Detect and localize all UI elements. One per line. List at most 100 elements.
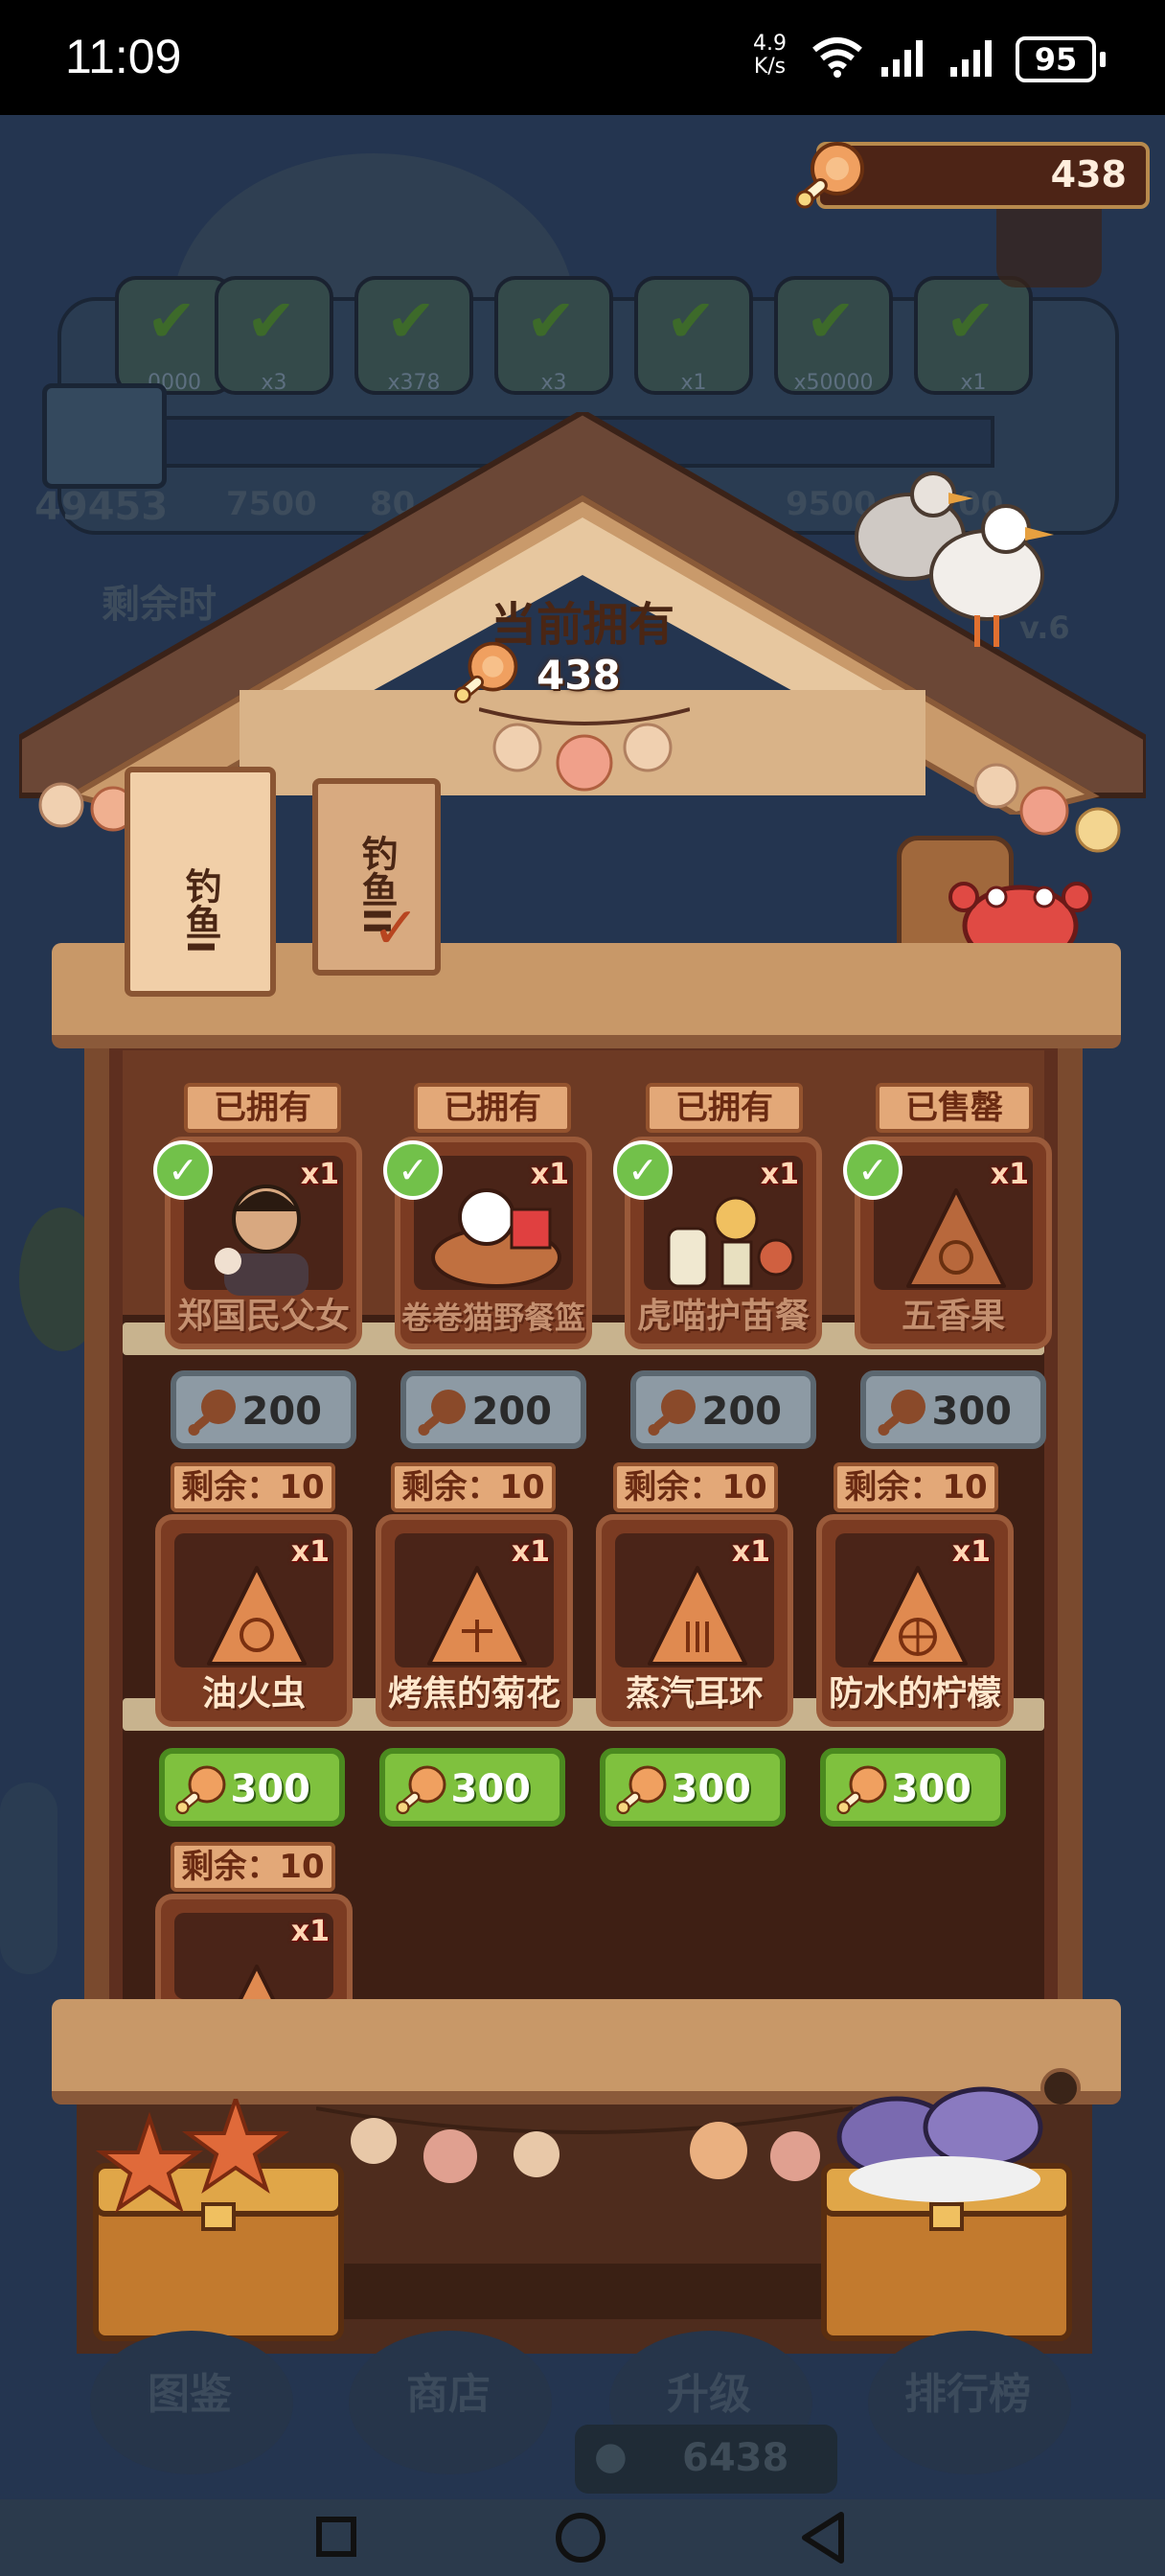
clock: 11:09 <box>65 30 182 83</box>
item-name: 卷卷猫野餐篮 <box>400 1300 585 1336</box>
reward-bubble: ✔ x3 <box>215 276 333 395</box>
tab-fishing-1-label: 钓鱼I <box>179 866 221 954</box>
item-name: 防水的柠檬 <box>828 1674 1001 1714</box>
price-button-disabled[interactable]: 200 <box>400 1370 586 1449</box>
side-arrow <box>0 1782 57 1974</box>
item-qty: x1 <box>990 1158 1029 1191</box>
buy-button[interactable]: 300 <box>820 1748 1006 1827</box>
stock-tag: 剩余：10 <box>834 1462 998 1512</box>
item-name: 五香果 <box>901 1297 1005 1336</box>
owned-check-icon: ✓ <box>613 1140 673 1200</box>
drumstick-icon <box>188 1390 236 1436</box>
stock-tag: 剩余：10 <box>171 1462 335 1512</box>
shell-garland <box>316 2106 853 2183</box>
drumstick-icon <box>616 1765 667 1815</box>
seagulls <box>855 472 1054 647</box>
price-value: 300 <box>671 1767 752 1811</box>
item-card[interactable]: x1 油火虫 <box>155 1514 353 1727</box>
item-qty: x1 <box>300 1158 339 1191</box>
owned-currency-amount: 438 <box>537 652 621 699</box>
item-card[interactable]: x1 烤焦的菊花 <box>376 1514 573 1727</box>
drumstick-icon: ● <box>594 2434 628 2478</box>
owned-check-icon: ✓ <box>383 1140 443 1200</box>
tab-fishing-2[interactable]: 钓鱼II ✓ <box>312 778 441 976</box>
reward-bubble: ✔ x3 <box>494 276 613 395</box>
item-card[interactable]: x1 <box>155 1894 353 1999</box>
checkmark-icon: ✓ <box>372 895 421 962</box>
item-tag: 已售罄 <box>876 1083 1033 1133</box>
price-button-disabled[interactable]: 200 <box>630 1370 816 1449</box>
buy-button[interactable]: 300 <box>159 1748 345 1827</box>
status-bar: 11:09 4.9 K/s 95 <box>0 0 1165 115</box>
price-value: 300 <box>230 1767 311 1811</box>
network-speed-unit: K/s <box>753 55 787 79</box>
drumstick-icon <box>454 641 518 703</box>
price-value: 300 <box>891 1767 972 1811</box>
bottom-currency-display: ● 6438 <box>575 2425 837 2494</box>
item-name: 郑国民父女 <box>176 1297 350 1336</box>
battery-indicator: 95 <box>1016 36 1106 82</box>
top-currency-display: 438 <box>795 142 1150 209</box>
price-value: 200 <box>471 1390 553 1434</box>
item-qty: x1 <box>511 1535 550 1569</box>
item-card[interactable]: x1 防水的柠檬 <box>816 1514 1014 1727</box>
reward-bubble: ✔ x1 <box>634 276 753 395</box>
top-currency-amount: 438 <box>1050 153 1127 196</box>
item-name: 油火虫 <box>201 1674 306 1714</box>
price-button-disabled[interactable]: 200 <box>171 1370 356 1449</box>
item-tag: 已拥有 <box>414 1083 571 1133</box>
item-tag: 已拥有 <box>184 1083 341 1133</box>
drumstick-icon <box>396 1765 446 1815</box>
price-value: 300 <box>450 1767 532 1811</box>
buy-button[interactable]: 300 <box>600 1748 786 1827</box>
price-value: 300 <box>931 1390 1013 1434</box>
menu-shop[interactable]: 商店 <box>406 2359 491 2421</box>
starfish-chest-icon <box>93 2099 344 2341</box>
menu-leaderboard[interactable]: 排行榜 <box>904 2359 1031 2421</box>
drumstick-icon <box>878 1390 925 1436</box>
price-button-disabled[interactable]: 300 <box>860 1370 1046 1449</box>
item-qty: x1 <box>951 1535 991 1569</box>
item-qty: x1 <box>290 1535 330 1569</box>
shell-garland <box>38 782 136 832</box>
signal-icon-2 <box>950 40 992 77</box>
wifi-icon <box>812 37 862 78</box>
buy-button[interactable]: 300 <box>379 1748 565 1827</box>
back-button[interactable] <box>799 2511 847 2564</box>
shop-title: 当前拥有 <box>490 598 674 652</box>
fish-chest-icon <box>821 2086 1072 2341</box>
drumstick-icon <box>836 1765 887 1815</box>
system-nav-bar <box>0 2499 1165 2576</box>
recent-apps-button[interactable] <box>316 2517 356 2557</box>
menu-upgrade[interactable]: 升级 <box>667 2359 751 2421</box>
network-speed: 4.9 K/s <box>753 33 787 79</box>
drumstick-icon <box>648 1390 696 1436</box>
network-speed-value: 4.9 <box>753 32 787 56</box>
menu-catalog[interactable]: 图鉴 <box>148 2359 232 2421</box>
price-value: 200 <box>701 1390 783 1434</box>
home-button[interactable] <box>556 2513 605 2563</box>
item-qty: x1 <box>290 1915 330 1948</box>
price-value: 200 <box>241 1390 323 1434</box>
owned-check-icon: ✓ <box>843 1140 902 1200</box>
item-tag: 已拥有 <box>646 1083 803 1133</box>
signal-icon-1 <box>881 40 923 77</box>
bottom-currency-amount: 6438 <box>682 2436 789 2480</box>
owned-check-icon: ✓ <box>153 1140 213 1200</box>
reward-bubble: ✔ x1 <box>914 276 1033 395</box>
stock-tag: 剩余：10 <box>171 1842 335 1892</box>
item-qty: x1 <box>530 1158 569 1191</box>
item-qty: x1 <box>760 1158 799 1191</box>
drumstick-icon <box>795 142 864 209</box>
drumstick-icon <box>418 1390 466 1436</box>
item-name: 蒸汽耳环 <box>625 1674 764 1714</box>
drumstick-icon <box>175 1765 226 1815</box>
item-name: 虎喵护苗餐 <box>636 1297 810 1336</box>
shell-garland <box>479 707 690 792</box>
tab-fishing-1[interactable]: 钓鱼I <box>125 767 276 997</box>
reward-bubble: ✔ x378 <box>354 276 473 395</box>
item-name: 烤焦的菊花 <box>387 1674 560 1714</box>
stock-tag: 剩余：10 <box>391 1462 556 1512</box>
item-card[interactable]: x1 蒸汽耳环 <box>596 1514 793 1727</box>
reward-bubble: ✔ x50000 <box>774 276 893 395</box>
